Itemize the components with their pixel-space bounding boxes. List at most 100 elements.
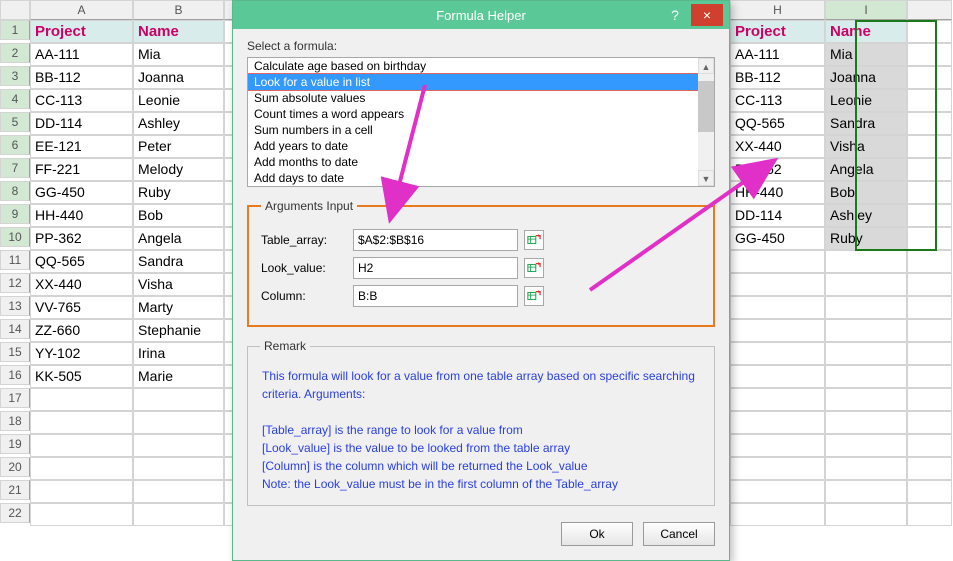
data-cell[interactable]	[730, 411, 825, 434]
formula-list-item[interactable]: Add months to date	[248, 154, 714, 170]
scrollbar-thumb[interactable]	[698, 81, 714, 132]
data-cell[interactable]: Mia	[825, 43, 907, 66]
table-array-ref-button[interactable]	[524, 230, 544, 250]
data-cell[interactable]	[730, 457, 825, 480]
cell[interactable]	[907, 227, 952, 250]
data-cell[interactable]	[30, 388, 133, 411]
help-button[interactable]: ?	[659, 4, 691, 26]
cell[interactable]	[907, 434, 952, 457]
data-cell[interactable]	[133, 503, 224, 526]
data-cell[interactable]: Joanna	[133, 66, 224, 89]
data-cell[interactable]	[30, 434, 133, 457]
data-cell[interactable]	[730, 250, 825, 273]
formula-list-item[interactable]: Add hours to date	[248, 186, 714, 187]
data-cell[interactable]: GG-450	[30, 181, 133, 204]
data-cell[interactable]	[133, 411, 224, 434]
col-header-I[interactable]: I	[825, 0, 907, 20]
row-header[interactable]: 9	[0, 204, 30, 224]
table-header-cell[interactable]: Project	[730, 20, 825, 43]
formula-list-item[interactable]: Calculate age based on birthday	[248, 58, 714, 74]
row-header[interactable]: 11	[0, 250, 30, 270]
data-cell[interactable]	[825, 296, 907, 319]
table-header-cell[interactable]: Name	[133, 20, 224, 43]
row-header[interactable]: 21	[0, 480, 30, 500]
cell[interactable]	[907, 388, 952, 411]
data-cell[interactable]	[825, 273, 907, 296]
row-header[interactable]: 2	[0, 43, 30, 63]
data-cell[interactable]: Visha	[825, 135, 907, 158]
row-header[interactable]: 19	[0, 434, 30, 454]
row-header[interactable]: 14	[0, 319, 30, 339]
data-cell[interactable]: YY-102	[30, 342, 133, 365]
data-cell[interactable]	[30, 480, 133, 503]
row-header[interactable]: 17	[0, 388, 30, 408]
cell[interactable]	[907, 365, 952, 388]
data-cell[interactable]	[30, 411, 133, 434]
data-cell[interactable]	[133, 434, 224, 457]
row-header[interactable]: 7	[0, 158, 30, 178]
row-header[interactable]: 1	[0, 20, 30, 40]
data-cell[interactable]: Ruby	[133, 181, 224, 204]
data-cell[interactable]	[730, 480, 825, 503]
cell[interactable]	[907, 158, 952, 181]
data-cell[interactable]: Sandra	[825, 112, 907, 135]
data-cell[interactable]: Angela	[825, 158, 907, 181]
table-header-cell[interactable]: Project	[30, 20, 133, 43]
data-cell[interactable]: ZZ-660	[30, 319, 133, 342]
data-cell[interactable]: Ashley	[825, 204, 907, 227]
data-cell[interactable]: PP-362	[30, 227, 133, 250]
data-cell[interactable]: FF-221	[30, 158, 133, 181]
data-cell[interactable]: Ruby	[825, 227, 907, 250]
formula-list-item[interactable]: Sum numbers in a cell	[248, 122, 714, 138]
col-header-B[interactable]: B	[133, 0, 224, 20]
data-cell[interactable]: QQ-565	[730, 112, 825, 135]
row-header[interactable]: 3	[0, 66, 30, 86]
data-cell[interactable]	[825, 457, 907, 480]
data-cell[interactable]	[730, 365, 825, 388]
row-header[interactable]: 20	[0, 457, 30, 477]
data-cell[interactable]: HH-440	[730, 181, 825, 204]
cell[interactable]	[907, 503, 952, 526]
data-cell[interactable]: QQ-565	[30, 250, 133, 273]
cell[interactable]	[907, 342, 952, 365]
data-cell[interactable]	[730, 434, 825, 457]
data-cell[interactable]: Visha	[133, 273, 224, 296]
data-cell[interactable]: Leonie	[825, 89, 907, 112]
cell[interactable]	[907, 89, 952, 112]
data-cell[interactable]: Ashley	[133, 112, 224, 135]
data-cell[interactable]	[730, 503, 825, 526]
cell[interactable]	[907, 319, 952, 342]
data-cell[interactable]: Marty	[133, 296, 224, 319]
formula-list-item[interactable]: Count times a word appears	[248, 106, 714, 122]
data-cell[interactable]: PP-362	[730, 158, 825, 181]
column-input[interactable]	[353, 285, 518, 307]
data-cell[interactable]: Mia	[133, 43, 224, 66]
data-cell[interactable]: Joanna	[825, 66, 907, 89]
data-cell[interactable]	[825, 434, 907, 457]
data-cell[interactable]: BB-112	[30, 66, 133, 89]
cancel-button[interactable]: Cancel	[643, 522, 715, 546]
look-value-input[interactable]	[353, 257, 518, 279]
column-ref-button[interactable]	[524, 286, 544, 306]
cell[interactable]	[907, 411, 952, 434]
row-header[interactable]: 13	[0, 296, 30, 316]
row-header[interactable]: 4	[0, 89, 30, 109]
look-value-ref-button[interactable]	[524, 258, 544, 278]
formula-list-item[interactable]: Add days to date	[248, 170, 714, 186]
row-header[interactable]: 12	[0, 273, 30, 293]
cell[interactable]	[907, 20, 952, 43]
cell[interactable]	[907, 181, 952, 204]
data-cell[interactable]	[825, 503, 907, 526]
data-cell[interactable]	[133, 388, 224, 411]
row-header[interactable]: 15	[0, 342, 30, 362]
data-cell[interactable]: CC-113	[30, 89, 133, 112]
select-all-corner[interactable]	[0, 0, 30, 20]
data-cell[interactable]: Leonie	[133, 89, 224, 112]
scroll-up-button[interactable]: ▲	[698, 58, 714, 74]
close-button[interactable]: ×	[691, 4, 723, 26]
data-cell[interactable]: XX-440	[30, 273, 133, 296]
cell[interactable]	[907, 66, 952, 89]
data-cell[interactable]	[825, 365, 907, 388]
formula-listbox[interactable]: Calculate age based on birthdayLook for …	[247, 57, 715, 187]
formula-list-item[interactable]: Add years to date	[248, 138, 714, 154]
